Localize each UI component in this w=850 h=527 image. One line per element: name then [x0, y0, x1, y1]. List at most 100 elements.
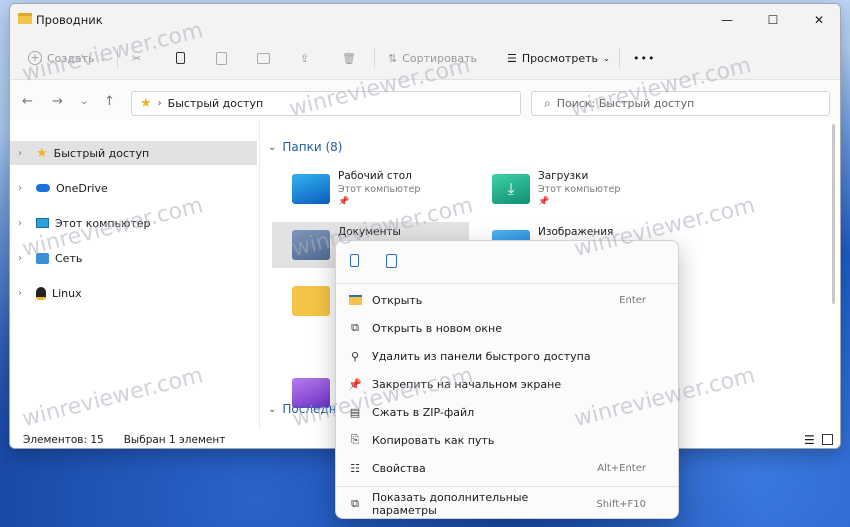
menu-item-show-more-options[interactable]: ⧉ Показать дополнительные параметры Shif… [336, 490, 678, 518]
sidebar-item-linux[interactable]: › Linux [10, 281, 257, 305]
view-button[interactable]: ☰ Просмотреть ⌄ [507, 47, 610, 69]
sidebar-item-label: Этот компьютер [55, 216, 151, 230]
copy-button[interactable] [176, 47, 185, 69]
items-count: Элементов: 15 [23, 434, 104, 446]
share-icon: ⇪ [300, 51, 310, 65]
folder-icon [18, 13, 32, 24]
rename-icon [257, 52, 270, 64]
address-bar[interactable]: ★ › Быстрый доступ [131, 91, 521, 116]
search-icon: ⌕ [544, 96, 551, 110]
more-button[interactable]: ••• [633, 47, 655, 69]
paste-button[interactable] [216, 47, 227, 69]
back-arrow-icon[interactable]: ← [22, 94, 33, 109]
menu-item-label: Удалить из панели быстрого доступа [372, 349, 591, 363]
group-label: Последн [282, 402, 337, 416]
paste-icon[interactable] [386, 254, 397, 268]
menu-item-unpin-quick-access[interactable]: ⚲ Удалить из панели быстрого доступа [336, 342, 678, 370]
copy-icon [176, 52, 185, 64]
copy-icon[interactable] [350, 254, 359, 267]
trash-icon: 🗑 [342, 51, 356, 65]
forward-arrow-icon[interactable]: → [52, 94, 63, 109]
tile-name: Рабочий стол [338, 170, 412, 182]
pin-icon: 📌 [338, 197, 350, 207]
tile-name: Документы [338, 226, 401, 238]
chevron-right-icon: › [18, 182, 22, 194]
sidebar-item-quick-access[interactable]: › ★ Быстрый доступ [10, 141, 257, 165]
search-placeholder: Поиск: Быстрый доступ [556, 97, 695, 110]
properties-icon: ☷ [350, 461, 360, 475]
selected-count: Выбран 1 элемент [123, 434, 226, 446]
folder-icon [348, 293, 362, 307]
navigation-bar: ← → ⌄ ↑ ★ › Быстрый доступ ⌕ Поиск: Быст… [10, 80, 840, 120]
scrollbar-thumb[interactable] [832, 124, 835, 304]
new-window-icon: ⧉ [351, 321, 359, 334]
menu-item-label: Открыть [372, 293, 423, 307]
breadcrumb-chevron-icon: › [157, 98, 162, 109]
plus-icon: + [28, 51, 42, 65]
menu-item-copy-path[interactable]: ⎘ Копировать как путь [336, 426, 678, 454]
window-title: Проводник [36, 13, 103, 27]
view-icon: ☰ [507, 51, 517, 65]
tile-sub: Этот компьютер [338, 184, 421, 195]
folder-tile-downloads[interactable]: ⤓ Загрузки Этот компьютер 📌 [472, 166, 672, 212]
menu-item-open[interactable]: Открыть Enter [336, 286, 678, 314]
group-header-recent[interactable]: ⌄ Последн [268, 402, 337, 416]
search-input[interactable]: ⌕ Поиск: Быстрый доступ [531, 91, 830, 116]
menu-item-label: Закрепить на начальном экране [372, 377, 562, 391]
close-button[interactable]: ✕ [796, 4, 840, 36]
folder-tile-desktop[interactable]: Рабочий стол Этот компьютер 📌 [272, 166, 472, 212]
minimize-button[interactable]: — [704, 4, 750, 36]
unpin-icon: ⚲ [350, 349, 360, 363]
chevron-right-icon: › [18, 217, 22, 229]
chevron-down-icon: ⌄ [268, 403, 277, 415]
sidebar-item-onedrive[interactable]: › OneDrive [10, 176, 257, 200]
chevron-down-icon: ⌄ [99, 53, 107, 63]
sidebar-item-this-pc[interactable]: › Этот компьютер [10, 211, 257, 235]
generic-folder-icon [292, 286, 330, 316]
menu-item-label: Показать дополнительные параметры [372, 491, 529, 517]
tiles-view-icon[interactable] [822, 434, 833, 445]
menu-item-label: Свойства [372, 461, 426, 475]
chevron-right-icon: › [18, 287, 22, 299]
create-button[interactable]: + Создать ⌄ [28, 47, 106, 69]
menu-item-pin-start[interactable]: 📌 Закрепить на начальном экране [336, 370, 678, 398]
menu-item-shortcut: Enter [619, 294, 646, 306]
details-view-icon[interactable]: ☰ [804, 433, 815, 447]
delete-button[interactable]: 🗑 [342, 47, 356, 69]
documents-folder-icon [292, 230, 330, 260]
sort-label: Сортировать [402, 51, 477, 65]
menu-item-compress-zip[interactable]: ▤ Сжать в ZIP-файл [336, 398, 678, 426]
star-icon: ★ [36, 145, 48, 161]
recent-chevron-icon[interactable]: ⌄ [80, 96, 88, 107]
sort-button[interactable]: ⇅ Сортировать [388, 47, 477, 69]
breadcrumb: Быстрый доступ [167, 97, 264, 110]
create-label: Создать [47, 51, 95, 65]
desktop-folder-icon [292, 174, 330, 204]
clipboard-icon [216, 51, 227, 65]
sidebar-item-label: Linux [52, 286, 82, 300]
menu-item-shortcut: Alt+Enter [597, 462, 646, 474]
menu-item-open-new-window[interactable]: ⧉ Открыть в новом окне [336, 314, 678, 342]
sort-icon: ⇅ [388, 51, 398, 65]
rename-button[interactable] [257, 47, 270, 69]
view-label: Просмотреть [521, 51, 598, 65]
menu-item-label: Копировать как путь [372, 433, 495, 447]
pin-icon: 📌 [348, 377, 362, 391]
cut-button[interactable]: ✂ [132, 47, 141, 69]
share-button[interactable]: ⇪ [300, 47, 309, 69]
cloud-icon [36, 184, 50, 192]
network-icon [36, 252, 49, 264]
sidebar-item-label: Сеть [55, 251, 83, 265]
sidebar-item-network[interactable]: › Сеть [10, 246, 257, 270]
group-label: Папки (8) [282, 140, 343, 154]
tile-name: Загрузки [538, 170, 589, 182]
pin-icon: 📌 [538, 197, 550, 207]
maximize-button[interactable]: ☐ [750, 4, 796, 36]
more-options-icon: ⧉ [351, 497, 359, 510]
group-header-folders[interactable]: ⌄ Папки (8) [268, 140, 342, 154]
tile-sub: Этот компьютер [538, 184, 621, 195]
up-arrow-icon[interactable]: ↑ [104, 94, 115, 109]
linux-icon [36, 286, 46, 300]
menu-item-properties[interactable]: ☷ Свойства Alt+Enter [336, 454, 678, 482]
chevron-right-icon: › [18, 147, 22, 159]
